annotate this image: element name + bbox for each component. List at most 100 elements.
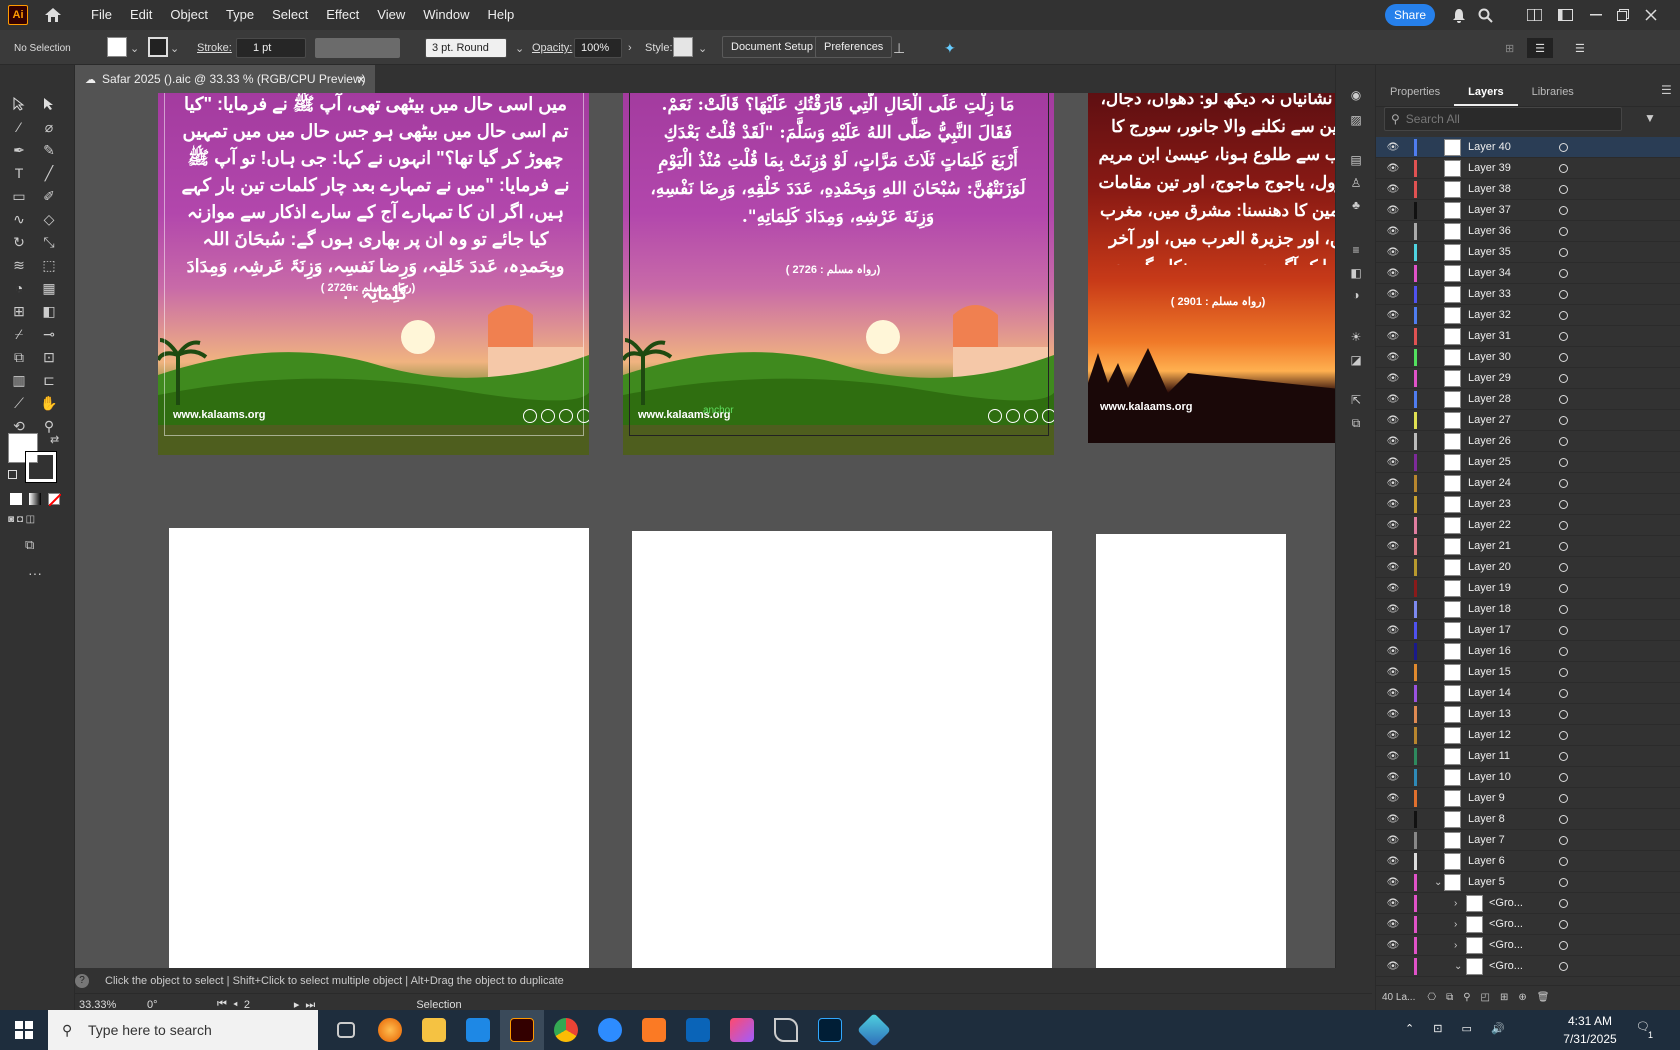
sublayer-row[interactable]: 👁 › <Gro... (1376, 893, 1680, 914)
layer-row[interactable]: 👁 Layer 24 (1376, 473, 1680, 494)
tab-libraries[interactable]: Libraries (1518, 77, 1588, 106)
none-mode-icon[interactable] (48, 493, 61, 506)
eye-icon[interactable]: 👁 (1386, 184, 1400, 195)
layer-row[interactable]: 👁 Layer 7 (1376, 830, 1680, 851)
artboards-icon[interactable]: ⧉ (1346, 413, 1366, 433)
menu-window[interactable]: Window (414, 0, 478, 30)
eye-icon[interactable]: 👁 (1386, 961, 1400, 972)
perspective-grid-icon[interactable]: ▦ (38, 277, 60, 299)
target-icon[interactable] (1559, 772, 1568, 782)
mesh-tool-icon[interactable]: ⊞ (8, 300, 30, 322)
paintbrush-icon[interactable]: ✐ (38, 185, 60, 207)
target-icon[interactable] (1559, 583, 1568, 593)
symbol-sprayer-icon[interactable]: ⊡ (38, 346, 60, 368)
layer-name[interactable]: Layer 18 (1468, 603, 1511, 615)
target-icon[interactable] (1559, 331, 1568, 341)
shaper-tool-icon[interactable]: ∿ (8, 208, 30, 230)
eye-icon[interactable]: 👁 (1386, 247, 1400, 258)
layer-name[interactable]: Layer 5 (1468, 876, 1505, 888)
chevron-down-icon[interactable]: ⌄ (698, 38, 707, 58)
eyedropper-icon[interactable]: ⌿ (8, 323, 30, 345)
chevron-right-icon[interactable]: › (628, 38, 632, 58)
target-icon[interactable] (1559, 163, 1568, 173)
layer-name[interactable]: Layer 32 (1468, 309, 1511, 321)
measure-icon[interactable]: ⊸ (38, 323, 60, 345)
eraser-icon[interactable]: ◇ (38, 208, 60, 230)
image-trace-icon[interactable]: ▨ (1346, 110, 1366, 130)
eye-icon[interactable]: 👁 (1386, 835, 1400, 846)
layer-row[interactable]: 👁 Layer 36 (1376, 221, 1680, 242)
target-icon[interactable] (1559, 352, 1568, 362)
layer-row[interactable]: 👁 Layer 30 (1376, 347, 1680, 368)
layer-name[interactable]: Layer 36 (1468, 225, 1511, 237)
fill-swatch[interactable] (107, 37, 127, 57)
rectangle-tool-icon[interactable]: ▭ (8, 185, 30, 207)
layer-row[interactable]: 👁 Layer 21 (1376, 536, 1680, 557)
target-icon[interactable] (1559, 394, 1568, 404)
target-icon[interactable] (1559, 415, 1568, 425)
layer-name[interactable]: Layer 29 (1468, 372, 1511, 384)
stroke-label[interactable]: Stroke: (197, 38, 232, 58)
system-tray-icons[interactable]: ⌃ ⊡ ▭ 🔊 (1405, 1022, 1513, 1035)
creative-cloud-icon[interactable] (720, 1010, 764, 1050)
document-setup-button[interactable]: Document Setup (722, 36, 822, 58)
eye-icon[interactable]: 👁 (1386, 499, 1400, 510)
eye-icon[interactable]: 👁 (1386, 688, 1400, 699)
layer-row[interactable]: 👁 Layer 13 (1376, 704, 1680, 725)
layer-name[interactable]: Layer 21 (1468, 540, 1511, 552)
chrome-icon[interactable] (544, 1010, 588, 1050)
layer-name[interactable]: Layer 16 (1468, 645, 1511, 657)
chevron-down-icon[interactable]: ⌄ (515, 38, 524, 58)
color-mode-icon[interactable] (10, 493, 22, 505)
photoshop-icon[interactable] (808, 1010, 852, 1050)
eye-icon[interactable]: 👁 (1386, 793, 1400, 804)
opacity-field[interactable]: 100% (574, 38, 622, 58)
menu-help[interactable]: Help (478, 0, 523, 30)
artboard-number[interactable]: 2 (244, 999, 294, 1011)
export-icon[interactable]: ⇱ (1346, 390, 1366, 410)
target-icon[interactable] (1559, 478, 1568, 488)
target-icon[interactable] (1559, 310, 1568, 320)
target-icon[interactable] (1559, 457, 1568, 467)
eye-icon[interactable]: 👁 (1386, 940, 1400, 951)
eye-icon[interactable]: 👁 (1386, 373, 1400, 384)
direct-selection-tool-icon[interactable] (38, 93, 60, 115)
eye-icon[interactable]: 👁 (1386, 415, 1400, 426)
eye-icon[interactable]: 👁 (1386, 226, 1400, 237)
target-icon[interactable] (1559, 919, 1568, 929)
screen-mode-icon[interactable]: ⧉ (25, 537, 34, 553)
layer-name[interactable]: Layer 7 (1468, 834, 1505, 846)
appearance-icon[interactable]: ☀ (1346, 327, 1366, 347)
target-icon[interactable] (1559, 835, 1568, 845)
artboard-4[interactable] (169, 528, 589, 993)
menu-icon[interactable]: ☰ (1575, 38, 1585, 58)
type-tool-icon[interactable]: T (8, 162, 30, 184)
eye-icon[interactable]: 👁 (1386, 709, 1400, 720)
layer-row[interactable]: 👁 Layer 29 (1376, 368, 1680, 389)
brush-definition[interactable]: 3 pt. Round (425, 38, 507, 58)
layer-row[interactable]: 👁 Layer 14 (1376, 683, 1680, 704)
target-icon[interactable] (1559, 751, 1568, 761)
eye-icon[interactable]: 👁 (1386, 730, 1400, 741)
minimize-icon[interactable] (1587, 6, 1605, 24)
recolor-icon[interactable]: ✦ (944, 38, 956, 58)
layer-name[interactable]: Layer 14 (1468, 687, 1511, 699)
layer-name[interactable]: Layer 27 (1468, 414, 1511, 426)
file-explorer-icon[interactable] (412, 1010, 456, 1050)
target-icon[interactable] (1559, 814, 1568, 824)
rotate-tool-icon[interactable]: ↻ (8, 231, 30, 253)
eye-icon[interactable]: 👁 (1386, 898, 1400, 909)
pen-tool-icon[interactable]: ✒ (8, 139, 30, 161)
arrange-documents-icon[interactable] (1525, 6, 1543, 24)
preferences-button[interactable]: Preferences (815, 36, 893, 58)
layer-row[interactable]: 👁 Layer 26 (1376, 431, 1680, 452)
artboard-2[interactable]: مَا زِلْتِ عَلَى الْحَالِ الَّتِي فَارَق… (623, 93, 1054, 455)
swap-colors-icon[interactable]: ⇄ (50, 433, 59, 446)
layer-name[interactable]: Layer 40 (1468, 141, 1511, 153)
layer-name[interactable]: Layer 39 (1468, 162, 1511, 174)
layer-name[interactable]: Layer 15 (1468, 666, 1511, 678)
eye-icon[interactable]: 👁 (1386, 625, 1400, 636)
illustrator-taskbar-icon[interactable] (500, 1010, 544, 1050)
layer-row[interactable]: 👁 Layer 6 (1376, 851, 1680, 872)
layer-name[interactable]: Layer 6 (1468, 855, 1505, 867)
